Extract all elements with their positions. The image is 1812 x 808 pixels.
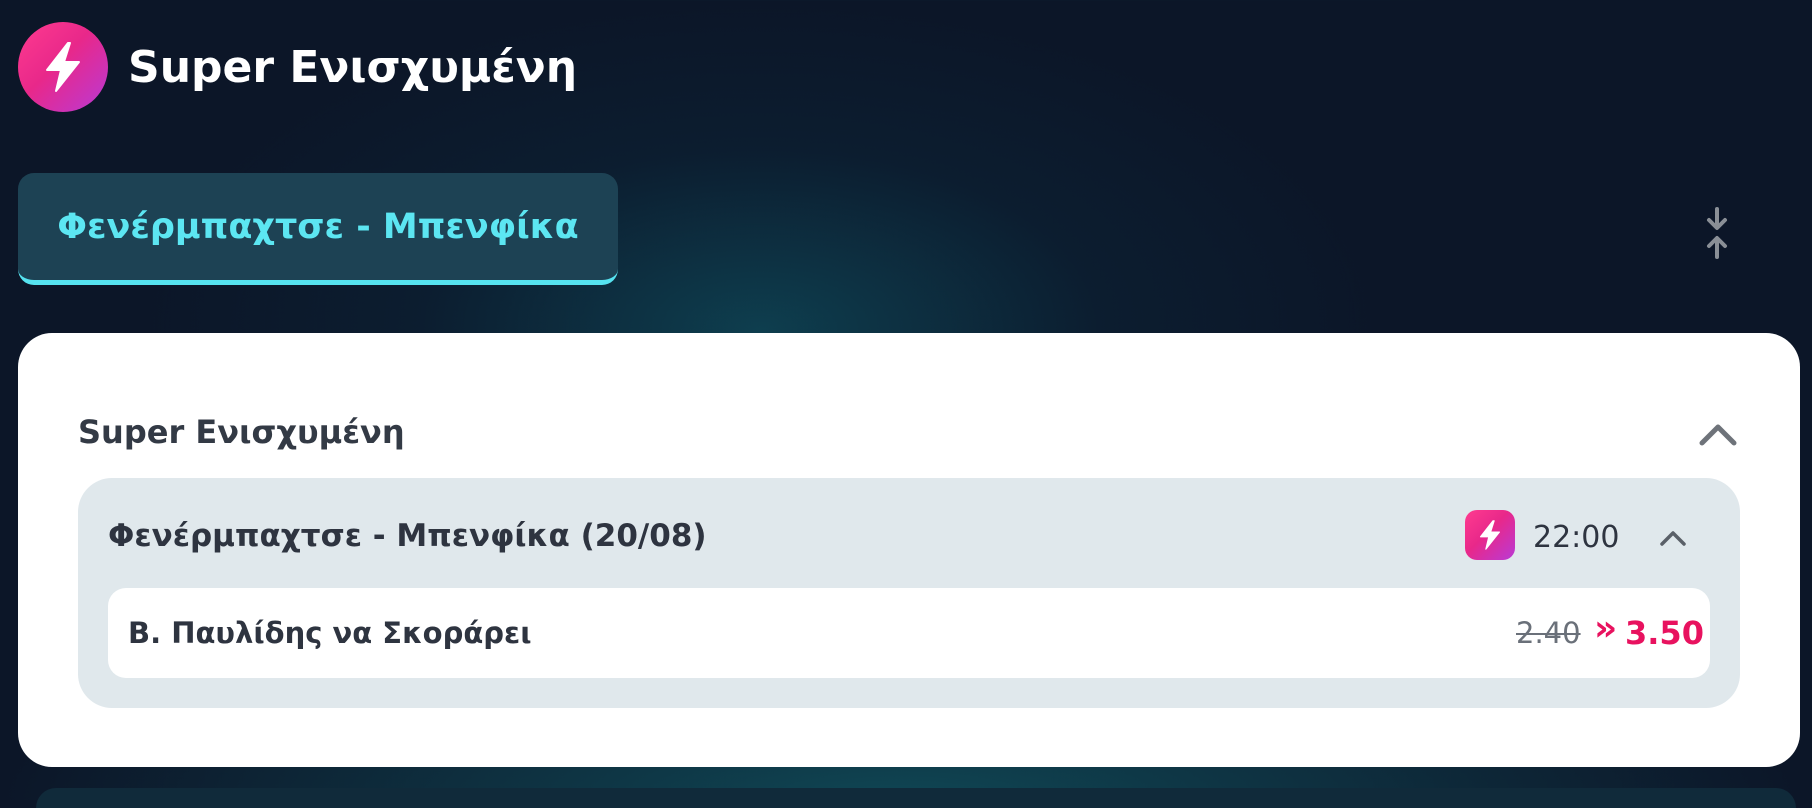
next-card-edge <box>36 788 1796 808</box>
chevron-up-icon[interactable] <box>1658 528 1688 548</box>
chevron-up-icon[interactable] <box>1698 421 1738 447</box>
tab-match[interactable]: Φενέρμπαχτσε - Μπενφίκα <box>18 173 618 285</box>
old-odds: 2.40 <box>1516 616 1581 650</box>
event-title: Φενέρμπαχτσε - Μπενφίκα (20/08) <box>108 518 707 554</box>
boost-section-card: Super Ενισχυμένη Φενέρμπαχτσε - Μπενφίκα… <box>18 333 1800 767</box>
selection-label: Β. Παυλίδης να Σκοράρει <box>128 616 532 650</box>
selection-row[interactable]: Β. Παυλίδης να Σκοράρει 2.40 » 3.50 <box>108 588 1710 678</box>
lightning-bolt-icon <box>18 22 108 112</box>
header: Super Ενισχυμένη <box>18 22 577 112</box>
tab-match-label: Φενέρμπαχτσε - Μπενφίκα <box>57 206 579 247</box>
event-card: Φενέρμπαχτσε - Μπενφίκα (20/08) 22:00 Β.… <box>78 478 1740 708</box>
boosted-odds[interactable]: 3.50 <box>1625 614 1704 652</box>
lightning-bolt-icon <box>1465 510 1515 560</box>
section-title: Super Ενισχυμένη <box>78 413 405 451</box>
double-chevron-right-icon: » <box>1594 608 1618 649</box>
page-title: Super Ενισχυμένη <box>128 41 578 93</box>
collapse-vertical-icon[interactable] <box>1698 207 1736 259</box>
event-time: 22:00 <box>1533 520 1620 555</box>
